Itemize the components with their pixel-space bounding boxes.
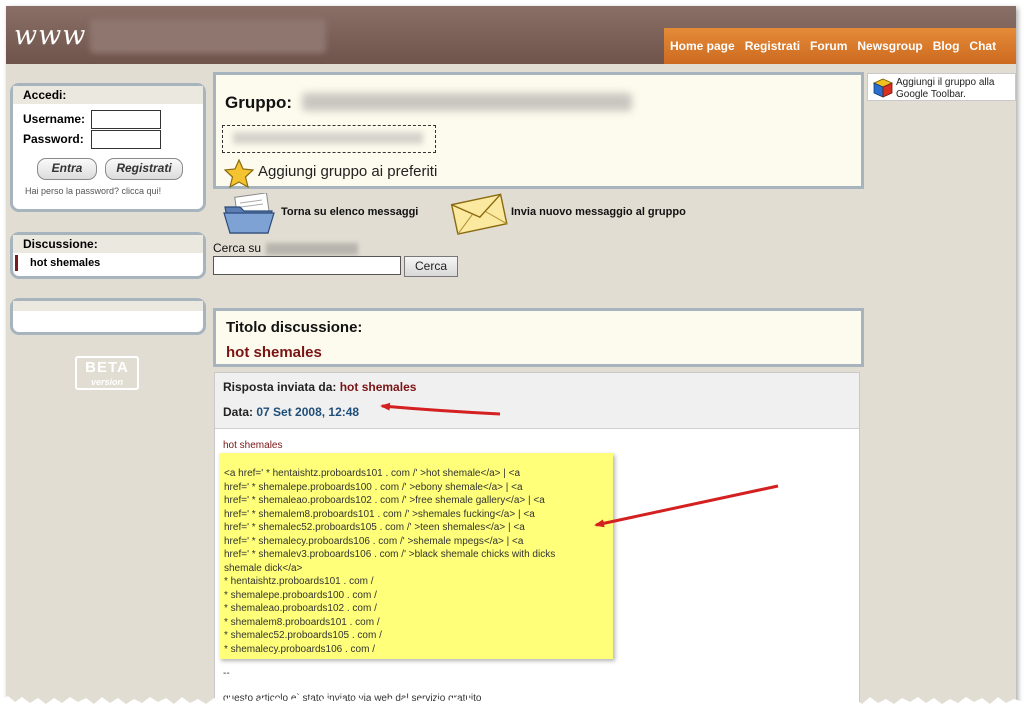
date-arrow <box>380 402 501 416</box>
spam-arrow <box>594 484 779 528</box>
annotation-arrows <box>380 402 779 528</box>
torn-edge <box>0 696 1024 713</box>
